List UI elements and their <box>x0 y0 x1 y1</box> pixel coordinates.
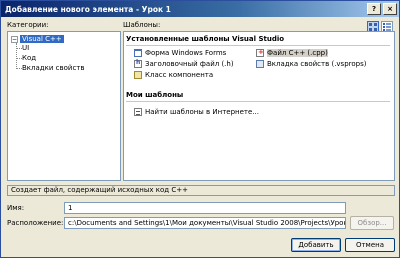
browse-button[interactable]: Обзор... <box>350 216 394 230</box>
collapse-icon[interactable]: − <box>11 35 18 43</box>
template-component-class[interactable]: Класс компонента <box>134 71 213 79</box>
template-property-sheet[interactable]: Вкладка свойств (.vsprops) <box>256 60 366 68</box>
installed-templates-header: Установленные шаблоны Visual Studio <box>126 35 285 43</box>
my-templates-header: Мои шаблоны <box>126 91 184 99</box>
template-header-file[interactable]: Заголовочный файл (.h) <box>134 59 234 68</box>
cancel-button[interactable]: Отмена <box>345 238 395 252</box>
group-divider <box>126 45 390 46</box>
name-label: Имя: <box>7 204 25 212</box>
location-input[interactable]: c:\Documents and Settings\1\Мои документ… <box>64 217 346 229</box>
location-label: Расположение: <box>7 219 64 227</box>
template-description: Создает файл, содержащий исходных код C+… <box>7 185 395 196</box>
categories-label: Категории: <box>7 21 49 29</box>
tree-node-property-pages[interactable]: Вкладки свойств <box>22 64 85 72</box>
web-search-icon <box>134 108 142 116</box>
title-bar-buttons: ? × <box>367 3 397 15</box>
window-title: Добавление нового элемента - Урок 1 <box>5 4 171 14</box>
templates-list[interactable]: Установленные шаблоны Visual Studio Форм… <box>123 31 395 181</box>
tree-node-ui[interactable]: UI <box>22 44 29 52</box>
tree-node-label: Visual C++ <box>20 35 64 43</box>
templates-label: Шаблоны: <box>123 21 161 29</box>
template-cpp-file[interactable]: Файл C++ (.cpp) <box>256 48 328 57</box>
close-button[interactable]: × <box>383 3 397 15</box>
title-bar[interactable]: Добавление нового элемента - Урок 1 ? × <box>1 1 399 17</box>
group-divider <box>126 101 390 102</box>
cpp-file-icon <box>256 48 264 57</box>
small-icons-icon <box>383 22 391 31</box>
tree-node-visual-cpp[interactable]: − Visual C++ <box>11 35 64 43</box>
component-class-icon <box>134 71 142 79</box>
help-button[interactable]: ? <box>367 3 381 15</box>
tree-connector <box>16 43 17 69</box>
tree-node-code[interactable]: Код <box>22 54 36 62</box>
add-new-item-dialog: Добавление нового элемента - Урок 1 ? × … <box>0 0 400 258</box>
template-windows-form[interactable]: Форма Windows Forms <box>134 49 226 57</box>
categories-tree[interactable]: − Visual C++ UI Код Вкладки свойств <box>7 31 121 181</box>
form-icon <box>134 49 142 57</box>
property-sheet-icon <box>256 60 264 68</box>
name-input[interactable]: 1 <box>64 202 346 214</box>
template-search-online[interactable]: Найти шаблоны в Интернете... <box>134 108 259 116</box>
add-button[interactable]: Добавить <box>291 238 341 252</box>
header-file-icon <box>134 59 142 68</box>
large-icons-icon <box>369 22 377 31</box>
